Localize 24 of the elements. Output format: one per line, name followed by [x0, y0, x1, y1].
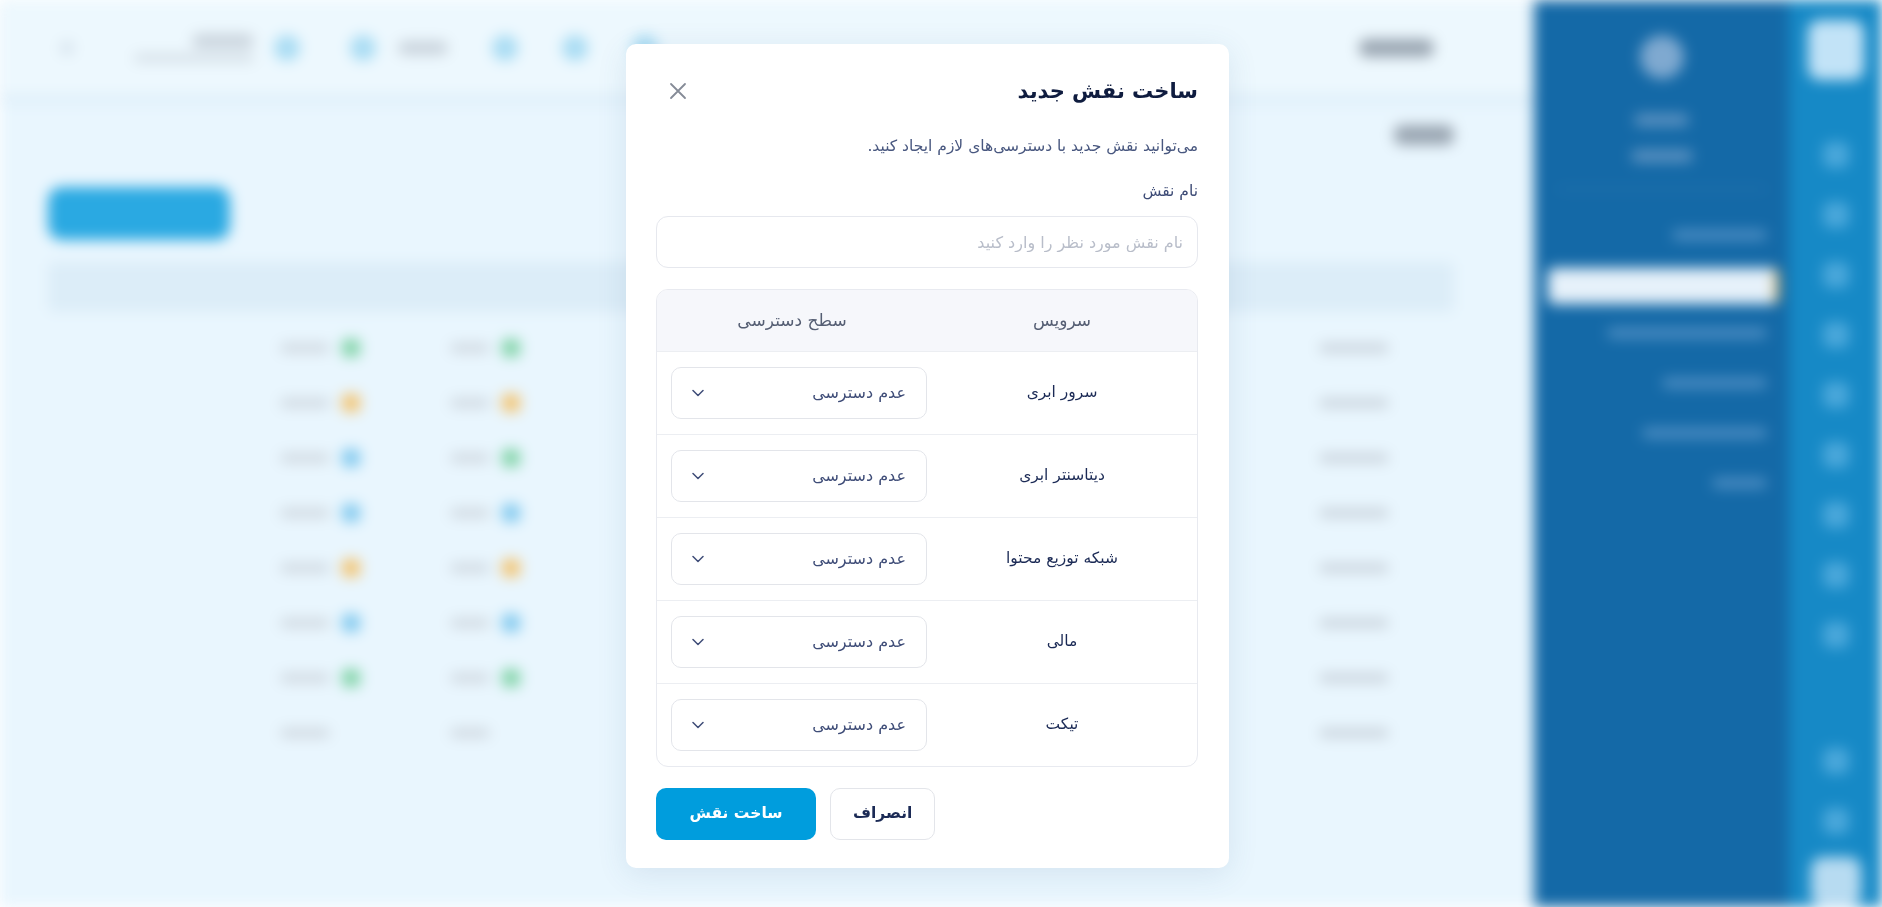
access-level-select[interactable]: عدم دسترسی [671, 616, 927, 668]
access-level-select[interactable]: عدم دسترسی [671, 367, 927, 419]
close-button[interactable] [667, 80, 689, 102]
service-name: مالی [1046, 631, 1078, 653]
access-level-select[interactable]: عدم دسترسی [671, 533, 927, 585]
service-name: تیکت [1045, 714, 1079, 736]
service-name: دیتاسنتر ابری [1019, 465, 1105, 487]
service-name: شبکه توزیع محتوا [1005, 548, 1119, 570]
chevron-down-icon [692, 638, 704, 646]
column-header: سطح دسترسی [737, 308, 847, 333]
dialog-description: می‌توانید نقش جدید با دسترسی‌های لازم ایجاد کنید. [866, 136, 1198, 157]
dialog-title: ساخت نقش جدید [1017, 78, 1198, 105]
cancel-button[interactable]: انصراف [830, 788, 936, 840]
chevron-down-icon [692, 389, 704, 397]
access-level-select[interactable]: عدم دسترسی [671, 450, 927, 502]
column-header: سرویس [1032, 308, 1092, 332]
chevron-down-icon [692, 555, 704, 563]
access-level-select[interactable]: عدم دسترسی [671, 699, 927, 751]
role-name-field[interactable]: نام نقش مورد نظر را وارد کنید [656, 216, 1198, 268]
role-name-label: نام نقش [1141, 181, 1198, 202]
close-icon [669, 82, 687, 100]
service-name: سرور ابری [1026, 382, 1098, 404]
chevron-down-icon [692, 721, 704, 729]
chevron-down-icon [692, 472, 704, 480]
